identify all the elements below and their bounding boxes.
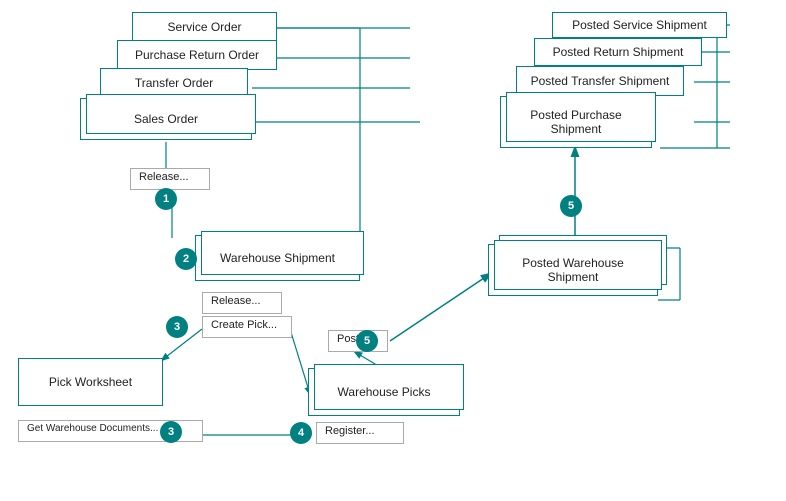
warehouse-shipment-box: Warehouse Shipment bbox=[195, 235, 360, 281]
warehouse-picks-label: Warehouse Picks bbox=[338, 385, 431, 399]
step-5b-circle: 5 bbox=[560, 195, 582, 217]
step-5a-circle: 5 bbox=[356, 330, 378, 352]
service-order-box: Service Order bbox=[132, 12, 277, 42]
posted-purchase-shipment-label: Posted Purchase Shipment bbox=[509, 108, 643, 136]
service-order-label: Service Order bbox=[167, 20, 241, 34]
release-btn2-label: Release... bbox=[211, 295, 261, 307]
posted-return-shipment-label: Posted Return Shipment bbox=[553, 45, 684, 59]
purchase-return-order-box: Purchase Return Order bbox=[117, 40, 277, 70]
step-3b-circle: 3 bbox=[160, 421, 182, 443]
posted-warehouse-shipment-box: Posted Warehouse Shipment bbox=[488, 244, 658, 296]
pick-worksheet-box: Pick Worksheet bbox=[18, 358, 163, 406]
release-button-2[interactable]: Release... bbox=[202, 292, 282, 314]
get-warehouse-docs-label: Get Warehouse Documents... bbox=[27, 423, 158, 434]
release-btn1-label: Release... bbox=[139, 171, 189, 183]
release-button-1[interactable]: Release... bbox=[130, 168, 210, 190]
sales-order-box: Sales Order bbox=[80, 98, 252, 140]
register-btn-label: Register... bbox=[325, 425, 375, 437]
posted-service-shipment-box: Posted Service Shipment bbox=[552, 12, 727, 38]
pick-worksheet-label: Pick Worksheet bbox=[49, 375, 132, 389]
posted-return-shipment-box: Posted Return Shipment bbox=[534, 38, 702, 66]
posted-service-shipment-label: Posted Service Shipment bbox=[572, 18, 707, 32]
diagram-container: Service Order Purchase Return Order Tran… bbox=[0, 0, 786, 501]
warehouse-shipment-label: Warehouse Shipment bbox=[220, 251, 335, 265]
register-button[interactable]: Register... bbox=[316, 422, 404, 444]
step-3a-circle: 3 bbox=[166, 316, 188, 338]
purchase-return-order-label: Purchase Return Order bbox=[135, 48, 259, 62]
posted-warehouse-shipment-label: Posted Warehouse Shipment bbox=[497, 256, 649, 284]
create-pick-label: Create Pick... bbox=[211, 319, 277, 331]
create-pick-button[interactable]: Create Pick... bbox=[202, 316, 292, 338]
step-1-circle: 1 bbox=[155, 188, 177, 210]
posted-transfer-shipment-label: Posted Transfer Shipment bbox=[531, 74, 670, 88]
step-2-circle: 2 bbox=[175, 248, 197, 270]
sales-order-label: Sales Order bbox=[134, 112, 198, 126]
posted-purchase-shipment-box: Posted Purchase Shipment bbox=[500, 96, 652, 148]
transfer-order-label: Transfer Order bbox=[135, 76, 213, 90]
step-4-circle: 4 bbox=[290, 422, 312, 444]
warehouse-picks-box: Warehouse Picks bbox=[308, 368, 460, 416]
